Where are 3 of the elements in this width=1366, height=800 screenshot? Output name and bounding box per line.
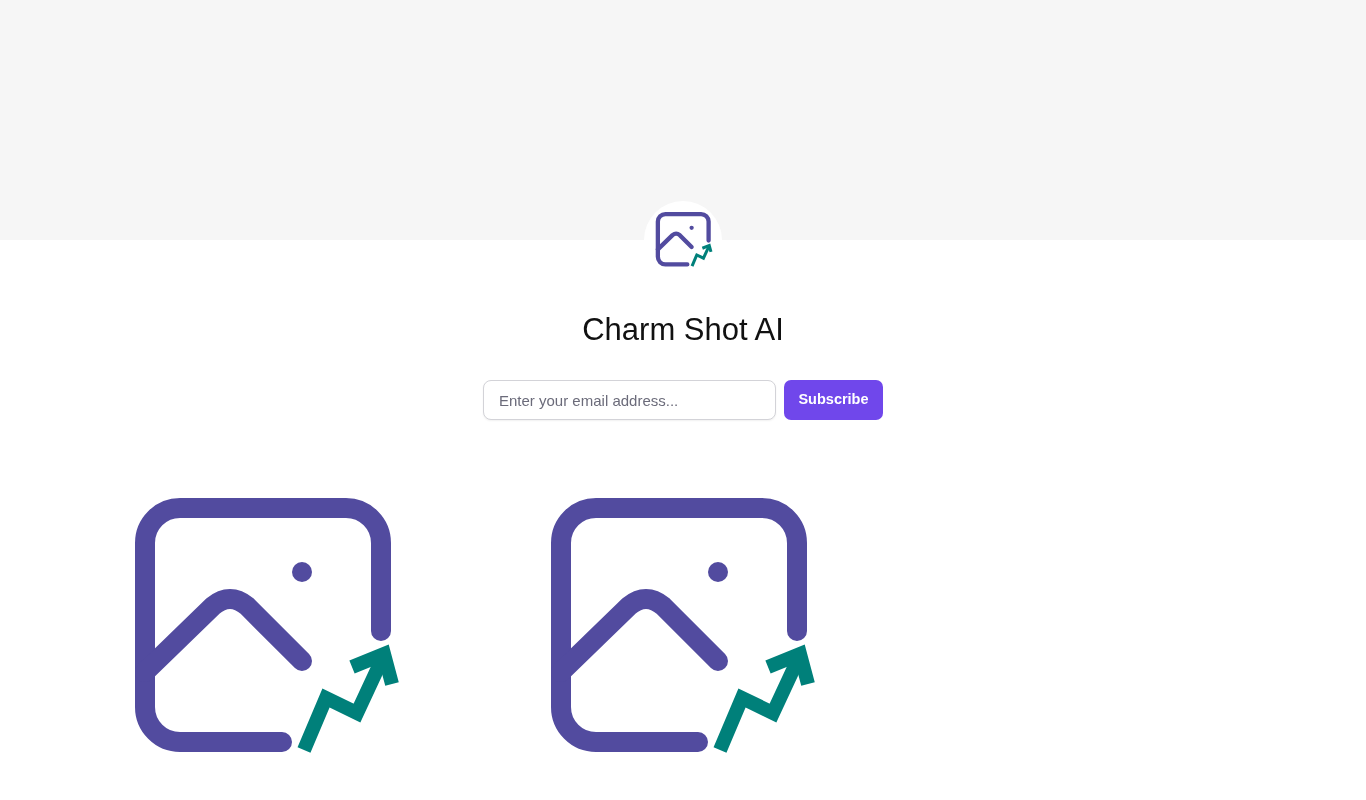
- email-field[interactable]: Enter your email address...: [483, 380, 776, 421]
- site-title: Charm Shot AI: [582, 311, 784, 349]
- subscribe-button[interactable]: Subscribe: [784, 380, 883, 421]
